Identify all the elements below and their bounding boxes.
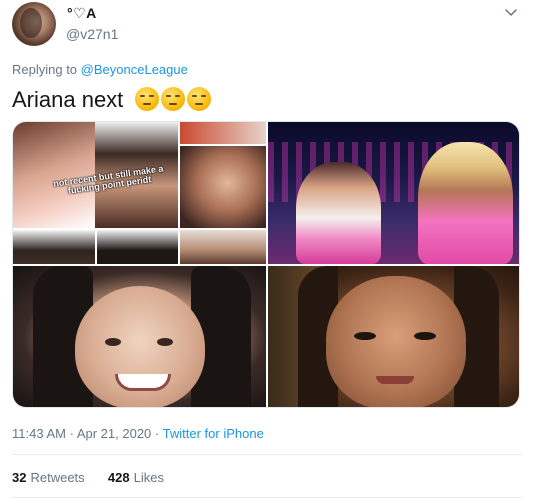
- performer-figure: [296, 162, 381, 264]
- face-shape: [326, 276, 466, 407]
- tweet-text-body: Ariana next: [12, 87, 124, 112]
- media-photo-collage[interactable]: not recent but still make a fucking poin…: [13, 122, 266, 264]
- collage-tile: [180, 146, 266, 228]
- pensive-face-icon: [135, 87, 160, 111]
- tweet-text: Ariana next: [12, 86, 212, 114]
- tweet-time[interactable]: 11:43 AM: [12, 426, 66, 441]
- display-name[interactable]: °♡A: [67, 5, 97, 22]
- likes-label: Likes: [133, 470, 164, 485]
- likes-count: 428: [107, 470, 130, 485]
- reply-prefix: Replying to: [12, 62, 78, 77]
- collage-tile: [180, 122, 266, 144]
- emoji-group: [135, 87, 212, 111]
- pensive-face-icon: [187, 87, 212, 111]
- divider: [12, 454, 522, 455]
- client-link[interactable]: Twitter for iPhone: [163, 426, 264, 441]
- reply-context: Replying to @BeyonceLeague: [12, 62, 188, 77]
- media-photo-portrait[interactable]: [13, 266, 266, 407]
- face-shape: [75, 286, 205, 407]
- retweets-count: 32: [12, 470, 27, 485]
- collage-tile: [180, 230, 266, 264]
- performer-figure: [418, 142, 513, 264]
- meta-separator: ·: [69, 426, 74, 441]
- media-photo-stage[interactable]: [268, 122, 519, 264]
- avatar[interactable]: [12, 2, 56, 46]
- reply-mention-link[interactable]: @BeyonceLeague: [81, 62, 188, 77]
- media-grid: not recent but still make a fucking poin…: [12, 121, 520, 408]
- collage-tile: [13, 230, 95, 264]
- tweet-stats: 32 Retweets 428 Likes: [12, 470, 164, 485]
- retweets-label: Retweets: [30, 470, 85, 485]
- username[interactable]: @v27n1: [66, 26, 118, 42]
- pensive-face-icon: [161, 87, 186, 111]
- collage-tile: [97, 230, 178, 264]
- tweet-date[interactable]: Apr 21, 2020: [77, 426, 151, 441]
- media-photo-closeup[interactable]: [268, 266, 519, 407]
- likes-stat[interactable]: 428 Likes: [108, 470, 164, 485]
- meta-separator: ·: [154, 426, 160, 441]
- tweet-meta: 11:43 AM · Apr 21, 2020 · Twitter for iP…: [12, 426, 264, 441]
- retweets-stat[interactable]: 32 Retweets: [12, 470, 85, 485]
- chevron-down-icon[interactable]: [504, 5, 518, 19]
